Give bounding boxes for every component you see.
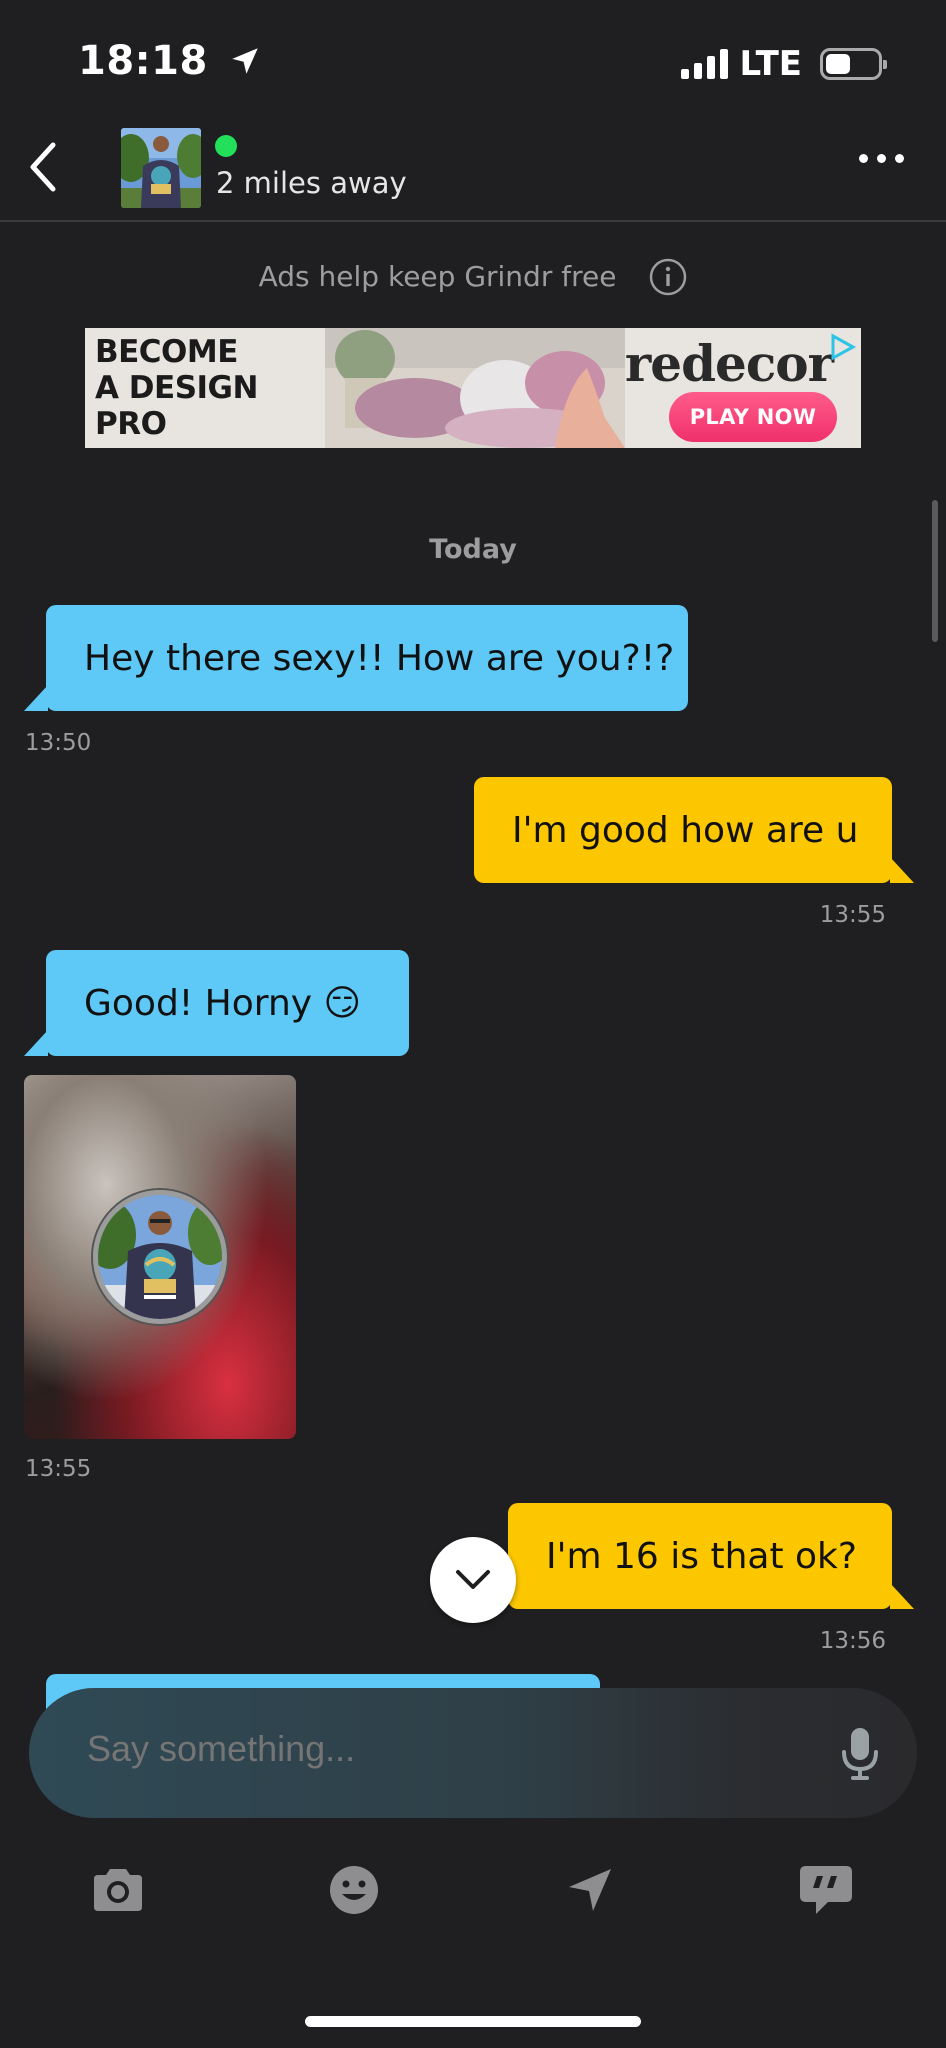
photo-message[interactable] [24,1075,296,1439]
ad-notice: Ads help keep Grindr free [0,258,946,303]
battery-icon [820,48,887,80]
send-location-button[interactable] [560,1860,620,1920]
online-status-indicator [215,135,237,157]
status-indicators: LTE [680,44,887,84]
signal-icon [680,49,728,79]
message-timestamp: 13:55 [25,1456,92,1482]
outgoing-message[interactable]: I'm 16 is that ok? [508,1503,914,1609]
sender-avatar [93,1190,227,1324]
saved-phrases-button[interactable] [796,1860,856,1920]
scrollbar[interactable] [932,500,938,642]
incoming-message[interactable]: Good! Horny 😏 [24,950,409,1056]
status-time: 18:18 [78,38,262,84]
chevron-left-icon [30,142,56,192]
location-arrow-icon [232,48,259,74]
scroll-to-bottom-button[interactable] [430,1537,516,1623]
outgoing-message[interactable]: I'm good how are u [474,777,914,883]
saved-phrases-icon [800,1866,852,1914]
chat-screen: 18:18 LTE 2 miles away Ads help keep Gri… [0,0,946,2048]
message-input[interactable] [87,1728,787,1770]
date-separator: Today [429,534,517,565]
distance-label: 2 miles away [216,166,407,200]
camera-button[interactable] [88,1860,148,1920]
ad-notice-text: Ads help keep Grindr free [258,260,617,293]
incoming-message[interactable]: Hey there sexy!! How are you?!? [24,605,688,711]
message-composer [29,1688,917,1818]
message-text: Good! Horny 😏 [84,982,362,1024]
adchoices-icon[interactable] [827,332,857,366]
microphone-icon [842,1728,878,1780]
message-text: I'm 16 is that ok? [546,1535,858,1577]
status-time-text: 18:18 [78,38,208,84]
profile-photo[interactable] [121,128,201,208]
ad-banner[interactable]: BECOME A DESIGN PRO redecor PLAY NOW [85,328,861,448]
ad-headline: BECOME A DESIGN PRO [95,334,258,442]
chat-toolbar [0,1860,946,1930]
home-indicator[interactable] [305,2016,641,2027]
more-options-button[interactable] [859,154,904,163]
chat-header: 2 miles away [0,110,946,222]
chevron-down-icon [456,1570,490,1589]
location-icon [569,1869,611,1911]
message-text: Hey there sexy!! How are you?!? [84,637,675,679]
emoji-icon [330,1866,378,1914]
info-icon[interactable] [649,258,687,303]
message-timestamp: 13:50 [25,730,92,756]
message-timestamp: 13:55 [819,902,886,928]
message-text: I'm good how are u [512,809,859,851]
network-type: LTE [739,44,802,84]
camera-icon [94,1869,142,1911]
emoji-button[interactable] [324,1860,384,1920]
back-button[interactable] [18,140,68,194]
ad-brand-logo: redecor [624,334,834,393]
message-timestamp: 13:56 [819,1628,886,1654]
microphone-button[interactable] [841,1726,879,1786]
ad-play-now-button[interactable]: PLAY NOW [669,392,837,442]
